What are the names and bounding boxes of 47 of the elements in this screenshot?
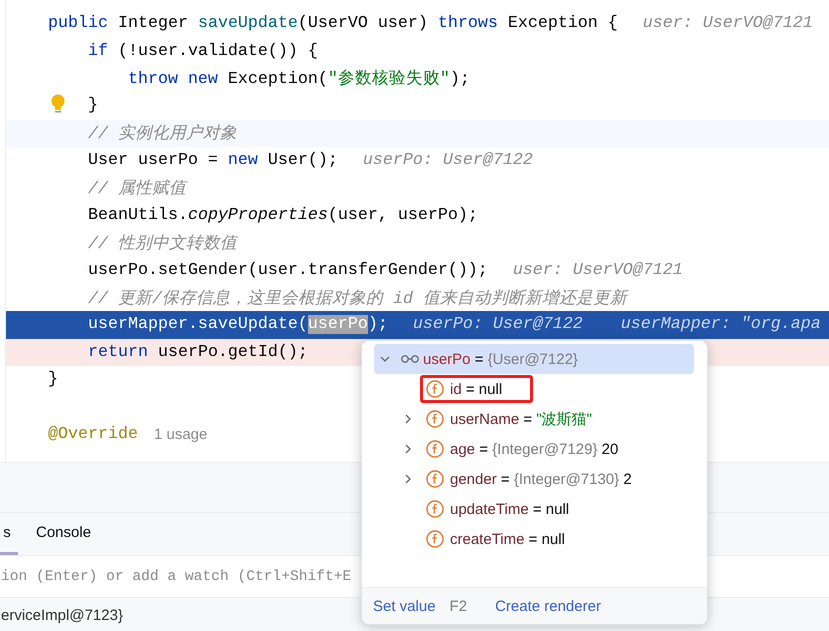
variable-value[interactable]: erviceImpl@7123} [1,606,123,624]
field-value: createTime = null [450,530,565,548]
code-line: userMapper.saveUpdate(userPo); [88,315,388,334]
code-line: if (!user.validate()) { [88,42,318,61]
field-entry[interactable]: updateTime = null [420,495,576,523]
lightbulb-icon[interactable] [51,94,65,114]
field-entry[interactable]: userName = "波斯猫" [420,405,599,433]
code-comment: // 性别中文转数值 [88,233,237,254]
code-comment: // 更新/保存信息，这里会根据对象的 id 值来自动判断新增还是更新 [88,288,627,309]
code-comment: // 属性赋值 [88,178,186,200]
code-line: @Override [48,425,138,444]
code-line: return userPo.getId(); [88,342,308,362]
field-entry[interactable]: createTime = null [420,525,572,553]
field-entry[interactable]: gender = {Integer@7130} 2 [420,465,639,493]
glasses-icon [401,354,419,364]
shortcut-label: F2 [450,598,468,614]
variable-value: userPo = {User@7122} [423,350,578,368]
highlight-frame[interactable]: id = null [420,375,534,403]
code-line: } [48,370,58,390]
field-icon [426,530,444,548]
create-renderer-link[interactable]: Create renderer [495,598,601,614]
code-line: throw new Exception("参数核验失败"); [128,68,470,90]
inline-value-hint: userPo: User@7122 [412,315,583,334]
code-line: User userPo = new User(); [88,151,338,170]
field-value: age = {Integer@7129} 20 [450,440,618,458]
tree-row[interactable]: userPo = {User@7122} [374,344,694,374]
inline-value-hint: user: UserVO@7121 [642,14,813,34]
field-value: gender = {Integer@7130} 2 [450,470,632,488]
code-line: } [88,96,98,116]
code-line: userPo.setGender(user.transferGender()); [88,260,488,280]
field-value: userName = "波斯猫" [450,410,592,428]
field-icon [426,470,444,488]
field-icon [426,500,444,518]
code-comment: // 实例化用户对象 [88,123,237,144]
field-icon [426,410,444,428]
code-line: public Integer saveUpdate(UserVO user) throws Exception { [48,14,618,34]
code-line: BeanUtils.copyProperties(user, userPo); [88,206,478,225]
field-icon [426,380,444,398]
set-value-link[interactable]: Set value [373,598,436,614]
inline-value-hint: userMapper: "org.apa [620,315,821,334]
field-value: id = null [450,380,502,398]
field-icon [426,440,444,458]
panel-tab[interactable]: Console [34,513,94,555]
field-value: updateTime = null [450,500,570,518]
inline-value-hint: userPo: User@7122 [362,151,533,170]
field-entry[interactable]: age = {Integer@7129} 20 [420,435,626,463]
inline-value-hint: user: UserVO@7121 [512,260,683,280]
